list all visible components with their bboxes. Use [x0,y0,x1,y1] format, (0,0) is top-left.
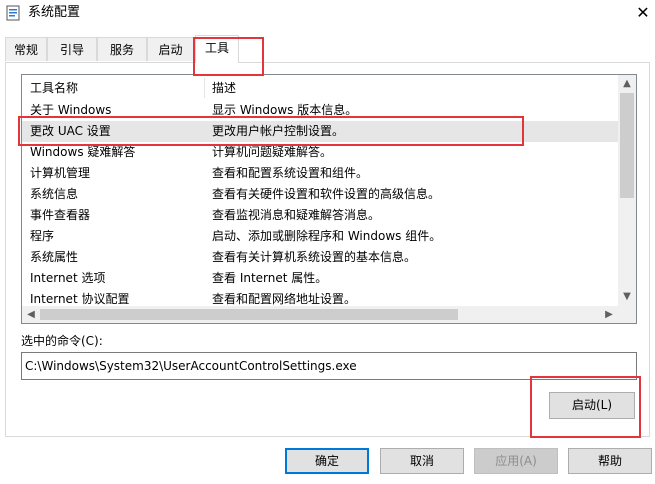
list-item-selected[interactable]: 更改 UAC 设置 更改用户帐户控制设置。 [22,121,619,142]
ok-button[interactable]: 确定 [285,448,369,474]
launch-button[interactable]: 启动(L) [549,392,635,419]
command-field[interactable]: C:\Windows\System32\UserAccountControlSe… [21,352,637,380]
tool-description: 查看有关计算机系统设置的基本信息。 [212,250,417,264]
tool-description: 更改用户帐户控制设置。 [212,124,345,138]
tool-name: 程序 [30,229,55,243]
list-item[interactable]: 程序 启动、添加或删除程序和 Windows 组件。 [22,226,619,247]
command-label: 选中的命令(C): [21,334,103,348]
list-item[interactable]: Windows 疑难解答 计算机问题疑难解答。 [22,142,619,163]
close-icon[interactable]: ✕ [632,1,654,25]
tool-name: 计算机管理 [30,166,91,180]
list-item[interactable]: 计算机管理 查看和配置系统设置和组件。 [22,163,619,184]
tool-description: 计算机问题疑难解答。 [212,145,333,159]
tool-name: 关于 Windows [30,103,112,117]
tab-startup[interactable]: 启动 [147,37,194,61]
scrollbar-corner [618,305,636,323]
scroll-up-icon[interactable]: ▲ [618,75,636,92]
tool-description: 查看有关硬件设置和软件设置的高级信息。 [212,187,441,201]
cancel-button[interactable]: 取消 [380,448,464,474]
msconfig-icon [6,5,20,21]
tool-description: 显示 Windows 版本信息。 [212,103,358,117]
tool-name: Windows 疑难解答 [30,145,136,159]
tool-description: 查看和配置系统设置和组件。 [212,166,369,180]
column-header-desc[interactable]: 描述 [212,75,236,101]
tab-services[interactable]: 服务 [97,37,147,61]
scroll-right-icon[interactable]: ▶ [600,306,618,323]
list-item[interactable]: 关于 Windows 显示 Windows 版本信息。 [22,100,619,121]
horizontal-scroll-thumb[interactable] [40,309,458,320]
title-bar: 系统配置 ✕ [0,0,655,28]
list-item[interactable]: 系统信息 查看有关硬件设置和软件设置的高级信息。 [22,184,619,205]
list-item[interactable]: 系统属性 查看有关计算机系统设置的基本信息。 [22,247,619,268]
tool-name: 更改 UAC 设置 [30,124,111,138]
vertical-scroll-thumb[interactable] [620,93,634,198]
scroll-left-icon[interactable]: ◀ [22,306,40,323]
apply-button[interactable]: 应用(A) [474,448,558,474]
tool-description: 查看和配置网络地址设置。 [212,292,357,306]
column-header-name[interactable]: 工具名称 [30,75,78,101]
list-item[interactable]: Internet 选项 查看 Internet 属性。 [22,268,619,289]
tab-tools[interactable]: 工具 [195,35,239,63]
tool-description: 查看 Internet 属性。 [212,271,328,285]
list-item[interactable]: 事件查看器 查看监视消息和疑难解答消息。 [22,205,619,226]
column-divider[interactable] [204,78,205,98]
tool-description: 查看监视消息和疑难解答消息。 [212,208,381,222]
tab-general[interactable]: 常规 [5,37,47,61]
help-button[interactable]: 帮助 [568,448,652,474]
tool-name: 事件查看器 [30,208,91,222]
tool-name: 系统属性 [30,250,79,264]
tab-boot[interactable]: 引导 [47,37,97,61]
tool-name: 系统信息 [30,187,79,201]
list-item[interactable]: Internet 协议配置 查看和配置网络地址设置。 [22,289,619,306]
tool-name: Internet 协议配置 [30,292,130,306]
tools-listview[interactable]: 工具名称 描述 关于 Windows 显示 Windows 版本信息。 更改 U… [21,74,637,324]
scroll-down-icon[interactable]: ▼ [618,288,636,305]
tool-name: Internet 选项 [30,271,106,285]
window-title: 系统配置 [28,5,81,20]
tool-description: 启动、添加或删除程序和 Windows 组件。 [212,229,442,243]
